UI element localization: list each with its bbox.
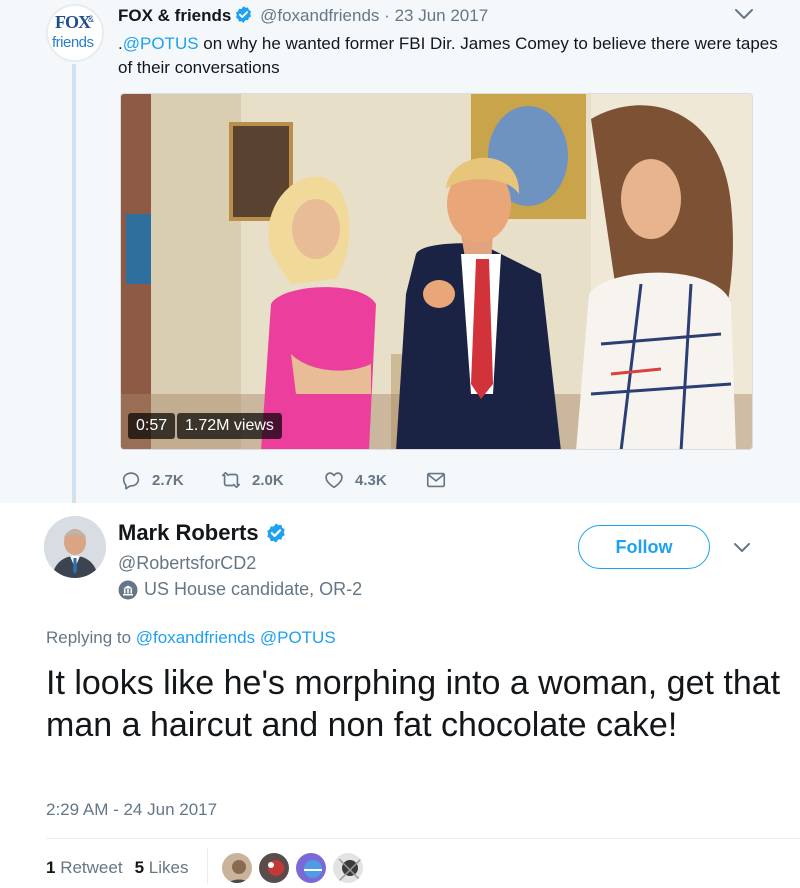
like-stat[interactable]: 5 Likes [135, 858, 189, 877]
liker-avatar[interactable] [294, 851, 328, 885]
chevron-down-icon[interactable] [732, 5, 756, 23]
mark-roberts-avatar[interactable] [44, 516, 106, 578]
avatar-logo-amp: & [88, 14, 95, 24]
replying-mention-potus[interactable]: @POTUS [260, 628, 336, 647]
retweet-count: 2.0K [252, 471, 284, 489]
liker-avatar[interactable] [331, 851, 365, 885]
message-action[interactable] [425, 466, 457, 494]
avatar-logo-friends: friends [52, 34, 94, 51]
retweet-action[interactable]: 2.0K [220, 466, 284, 494]
engagement-stats: 1 Retweet 5 Likes [46, 858, 188, 878]
parent-tweet[interactable]: FOX & friends FOX & friends @foxandfrien… [0, 0, 800, 503]
liker-avatar[interactable] [257, 851, 291, 885]
reply-timestamp[interactable]: 2:29 AM - 24 Jun 2017 [46, 800, 217, 820]
foxandfriends-avatar[interactable]: FOX & friends [46, 4, 104, 62]
like-icon [325, 472, 343, 489]
mention-link[interactable]: @POTUS [123, 34, 199, 53]
parent-tweet-header: FOX & friends @foxandfriends · 23 Jun 20… [118, 5, 488, 26]
reply-tweet-text: It looks like he's morphing into a woman… [46, 664, 781, 744]
video-player[interactable] [120, 93, 753, 450]
like-action[interactable]: 4.3K [323, 466, 387, 494]
like-stat-count: 5 [134, 858, 145, 877]
stats-divider [46, 838, 800, 839]
retweet-stat-label: Retweet [55, 858, 123, 877]
liker-avatar[interactable] [220, 851, 254, 885]
thread-connector-line [72, 64, 76, 503]
replying-mention-foxandfriends[interactable]: @foxandfriends [136, 628, 255, 647]
header-separator: · [384, 6, 390, 25]
retweet-icon [221, 471, 241, 489]
government-building-icon [118, 580, 138, 599]
reply-author-name-row: Mark Roberts [118, 520, 289, 546]
reply-icon [122, 472, 140, 490]
video-duration-badge: 0:57 [128, 413, 176, 439]
verified-badge-icon [236, 6, 252, 23]
reply-action[interactable]: 2.7K [120, 466, 184, 494]
follow-button[interactable]: Follow [578, 525, 710, 569]
reply-author-name[interactable]: Mark Roberts [118, 520, 259, 545]
like-count: 4.3K [355, 471, 387, 489]
reply-count: 2.7K [152, 471, 184, 489]
parent-tweet-date[interactable]: 23 Jun 2017 [395, 6, 489, 25]
replying-prefix: Replying to [46, 628, 136, 647]
parent-author-name[interactable]: FOX & friends [118, 6, 231, 25]
chevron-down-icon[interactable] [730, 537, 754, 557]
replying-to-line: Replying to @foxandfriends @POTUS [46, 628, 336, 648]
video-frame [121, 94, 752, 449]
like-stat-label: Likes [144, 858, 189, 877]
government-label: US House candidate, OR-2 [118, 579, 362, 600]
text-body: on why he wanted former FBI Dir. James C… [118, 34, 778, 77]
parent-tweet-text: .@POTUS on why he wanted former FBI Dir.… [118, 32, 778, 80]
avatar-logo-fox: FOX [55, 12, 91, 32]
stats-vertical-divider [207, 848, 208, 884]
parent-author-handle[interactable]: @foxandfriends [260, 6, 379, 25]
government-label-text: US House candidate, OR-2 [144, 579, 363, 599]
reply-author-handle[interactable]: @RobertsforCD2 [118, 553, 256, 574]
avatar-photo [44, 516, 106, 578]
video-views-badge: 1.72M views [177, 413, 282, 439]
verified-badge-icon [266, 523, 285, 543]
message-icon [426, 472, 446, 488]
retweet-stat[interactable]: 1 Retweet [46, 858, 123, 877]
